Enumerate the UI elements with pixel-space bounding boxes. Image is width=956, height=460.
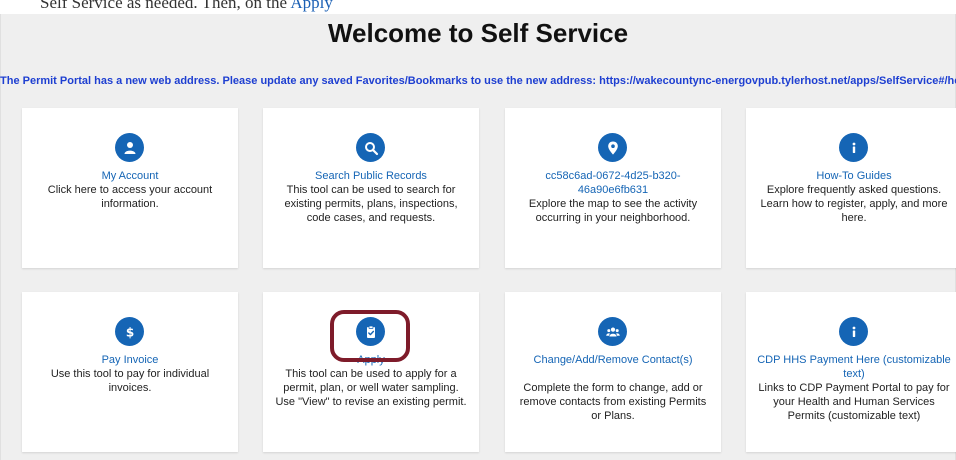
card-description: This tool can be used to apply for a per… bbox=[275, 368, 467, 408]
top-strip-text: Self Service as needed. Then, on the bbox=[40, 0, 291, 12]
card-my-account[interactable]: My Account Click here to access your acc… bbox=[22, 108, 238, 268]
svg-text:$: $ bbox=[125, 325, 133, 339]
card-search-public-records[interactable]: Search Public Records This tool can be u… bbox=[263, 108, 479, 268]
apply-link-text[interactable]: Apply bbox=[290, 0, 333, 12]
card-title[interactable]: Pay Invoice bbox=[30, 353, 230, 367]
card-title[interactable]: My Account bbox=[30, 169, 230, 183]
map-marker-icon bbox=[598, 133, 627, 162]
user-icon bbox=[115, 133, 144, 162]
card-description: Complete the form to change, add or remo… bbox=[519, 382, 707, 422]
users-icon bbox=[598, 317, 627, 346]
info-icon bbox=[839, 317, 868, 346]
card-description: This tool can be used to search for exis… bbox=[284, 184, 458, 224]
card-title[interactable]: How-To Guides bbox=[754, 169, 954, 183]
top-text-strip: Self Service as needed. Then, on the App… bbox=[0, 0, 956, 14]
card-description: Use this tool to pay for individual invo… bbox=[50, 368, 210, 394]
card-description: Click here to access your account inform… bbox=[47, 184, 213, 210]
address-notice: The Permit Portal has a new web address.… bbox=[0, 75, 956, 87]
card-title[interactable]: cc58c6ad-0672-4d25-b320-46a90e6fb631 bbox=[513, 169, 713, 197]
card-title[interactable]: CDP HHS Payment Here (customizable text) bbox=[754, 353, 954, 381]
card-description: Links to CDP Payment Portal to pay for y… bbox=[758, 382, 950, 422]
card-pay-invoice[interactable]: $ Pay Invoice Use this tool to pay for i… bbox=[22, 292, 238, 452]
card-map[interactable]: cc58c6ad-0672-4d25-b320-46a90e6fb631 Exp… bbox=[505, 108, 721, 268]
clipboard-check-icon bbox=[356, 317, 385, 346]
card-description: Explore the map to see the activity occu… bbox=[528, 198, 698, 224]
card-title[interactable]: Apply bbox=[271, 353, 471, 367]
card-description: Explore frequently asked questions. Lear… bbox=[760, 184, 948, 224]
card-how-to-guides[interactable]: How-To Guides Explore frequently asked q… bbox=[746, 108, 956, 268]
card-apply[interactable]: Apply This tool can be used to apply for… bbox=[263, 292, 479, 452]
page-title: Welcome to Self Service bbox=[327, 18, 629, 48]
card-title[interactable]: Change/Add/Remove Contact(s) bbox=[513, 353, 713, 367]
info-icon bbox=[839, 133, 868, 162]
dollar-icon: $ bbox=[115, 317, 144, 346]
card-cdp-hhs-payment[interactable]: CDP HHS Payment Here (customizable text)… bbox=[746, 292, 956, 452]
card-change-contacts[interactable]: Change/Add/Remove Contact(s) Complete th… bbox=[505, 292, 721, 452]
search-icon bbox=[356, 133, 385, 162]
card-title[interactable]: Search Public Records bbox=[271, 169, 471, 183]
